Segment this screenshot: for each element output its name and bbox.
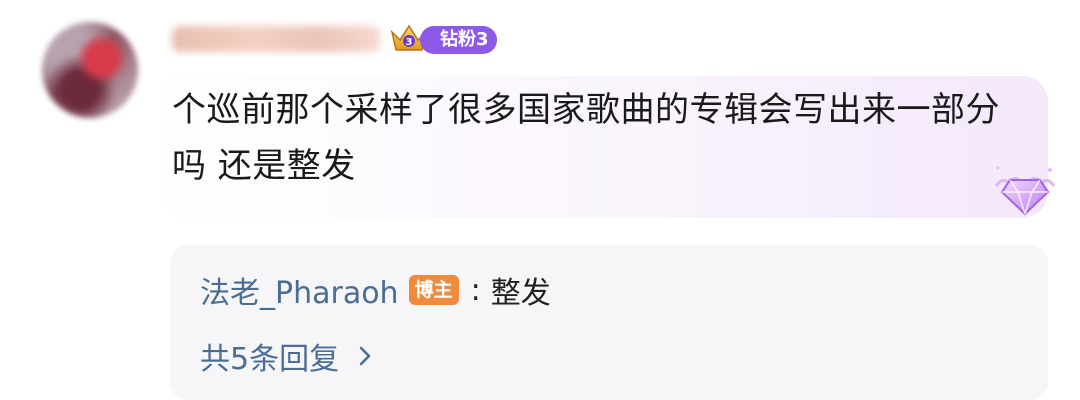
diamond-icon <box>994 166 1056 216</box>
host-badge: 博主 <box>408 275 459 305</box>
chevron-right-icon <box>359 346 371 366</box>
svg-text:3: 3 <box>406 37 413 48</box>
reply-count-label: 共5条回复 <box>200 342 340 377</box>
reply-author-name[interactable]: 法老_Pharaoh <box>200 268 399 312</box>
avatar[interactable] <box>42 22 138 118</box>
reply-content: 整发 <box>490 276 551 311</box>
reply-separator: : <box>470 272 481 308</box>
comment-text: 个巡前那个采样了很多国家歌曲的专辑会写出来一部分吗 还是整发 <box>172 90 1000 186</box>
top-reply[interactable]: 法老_Pharaoh 博主 : 整发 <box>200 268 551 312</box>
fan-level-badge[interactable]: 钻粉3 <box>420 26 497 54</box>
username-blurred[interactable] <box>172 26 380 52</box>
view-replies-link[interactable]: 共5条回复 <box>200 334 373 378</box>
